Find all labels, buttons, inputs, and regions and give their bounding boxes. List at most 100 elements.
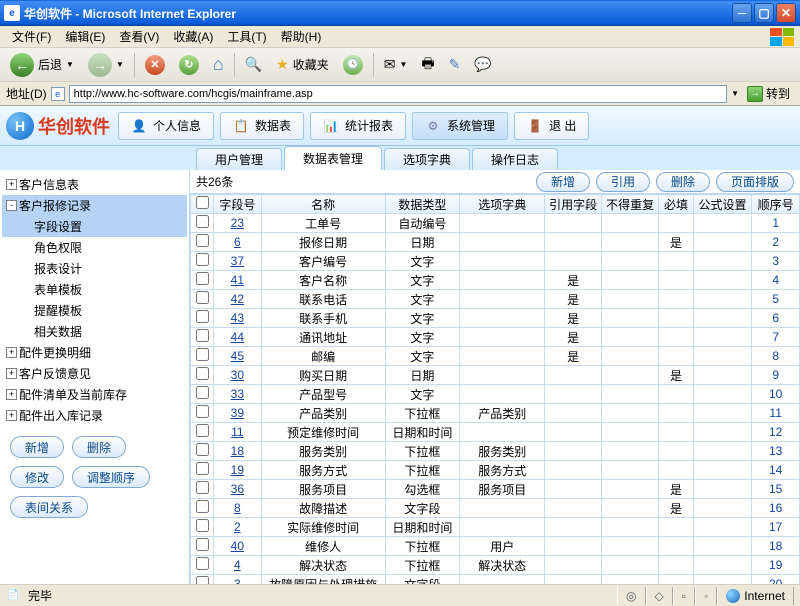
row-check[interactable] [191, 537, 214, 556]
close-button[interactable]: ✕ [776, 3, 796, 23]
row-check[interactable] [191, 252, 214, 271]
col-5[interactable]: 引用字段 [545, 195, 602, 214]
row-check[interactable] [191, 366, 214, 385]
back-button[interactable]: ←后退▼ [6, 51, 78, 79]
tree-child-1-5[interactable]: 相关数据 [2, 321, 187, 342]
action-btn-2[interactable]: 删除 [656, 172, 710, 192]
field-id[interactable]: 6 [214, 233, 262, 252]
col-8[interactable]: 公式设置 [693, 195, 752, 214]
tree-child-1-1[interactable]: 角色权限 [2, 237, 187, 258]
menu-help[interactable]: 帮助(H) [275, 26, 328, 47]
row-check[interactable] [191, 423, 214, 442]
field-id[interactable]: 3 [214, 575, 262, 585]
action-btn-3[interactable]: 页面排版 [716, 172, 794, 192]
tree-expand-icon[interactable]: + [6, 368, 17, 379]
row-check[interactable] [191, 233, 214, 252]
tree-expand-icon[interactable]: - [6, 200, 17, 211]
row-check[interactable] [191, 480, 214, 499]
field-id[interactable]: 30 [214, 366, 262, 385]
field-id[interactable]: 2 [214, 518, 262, 537]
field-id[interactable]: 33 [214, 385, 262, 404]
tab-3[interactable]: 操作日志 [472, 148, 558, 170]
col-2[interactable]: 名称 [261, 195, 385, 214]
tree-expand-icon[interactable]: + [6, 389, 17, 400]
field-id[interactable]: 37 [214, 252, 262, 271]
field-id[interactable]: 11 [214, 423, 262, 442]
side-btn-2[interactable]: 修改 [10, 466, 64, 488]
row-check[interactable] [191, 271, 214, 290]
tree-item-2[interactable]: + 配件更换明细 [2, 342, 187, 363]
favorites-button[interactable]: ★收藏夹 [272, 54, 333, 75]
field-id[interactable]: 45 [214, 347, 262, 366]
field-id[interactable]: 43 [214, 309, 262, 328]
col-9[interactable]: 顺序号 [752, 195, 800, 214]
tab-0[interactable]: 用户管理 [196, 148, 282, 170]
tree-child-1-0[interactable]: 字段设置 [2, 216, 187, 237]
row-check[interactable] [191, 214, 214, 233]
field-id[interactable]: 19 [214, 461, 262, 480]
action-btn-1[interactable]: 引用 [596, 172, 650, 192]
stop-button[interactable]: ✕ [141, 53, 169, 77]
field-id[interactable]: 4 [214, 556, 262, 575]
tree-item-1[interactable]: - 客户报修记录 [2, 195, 187, 216]
address-dropdown-icon[interactable]: ▼ [731, 89, 739, 98]
col-7[interactable]: 必填 [659, 195, 694, 214]
history-button[interactable]: 🕓 [339, 53, 367, 77]
col-6[interactable]: 不得重复 [602, 195, 659, 214]
nav-4[interactable]: 🚪退 出 [514, 112, 589, 140]
tree-expand-icon[interactable]: + [6, 179, 17, 190]
side-btn-3[interactable]: 调整顺序 [72, 466, 150, 488]
col-3[interactable]: 数据类型 [385, 195, 460, 214]
table-scroll[interactable]: 字段号名称数据类型选项字典引用字段不得重复必填公式设置顺序号 23工单号自动编号… [190, 194, 800, 584]
print-button[interactable]: 🖶 [417, 51, 438, 79]
select-all-checkbox[interactable] [196, 196, 209, 209]
maximize-button[interactable]: ▢ [754, 3, 774, 23]
row-check[interactable] [191, 328, 214, 347]
col-4[interactable]: 选项字典 [460, 195, 545, 214]
row-check[interactable] [191, 385, 214, 404]
tab-1[interactable]: 数据表管理 [284, 146, 382, 170]
tree-child-1-4[interactable]: 提醒模板 [2, 300, 187, 321]
mail-button[interactable]: ✉▼ [380, 54, 412, 75]
col-1[interactable]: 字段号 [214, 195, 262, 214]
row-check[interactable] [191, 461, 214, 480]
address-input[interactable] [69, 85, 727, 103]
menu-view[interactable]: 查看(V) [113, 26, 165, 47]
tree-child-1-2[interactable]: 报表设计 [2, 258, 187, 279]
row-check[interactable] [191, 556, 214, 575]
field-id[interactable]: 39 [214, 404, 262, 423]
discuss-button[interactable]: 💬 [470, 54, 495, 75]
row-check[interactable] [191, 575, 214, 585]
nav-3[interactable]: ⚙系统管理 [412, 112, 508, 140]
nav-1[interactable]: 📋数据表 [220, 112, 304, 140]
field-id[interactable]: 40 [214, 537, 262, 556]
col-0[interactable] [191, 195, 214, 214]
side-btn-1[interactable]: 删除 [72, 436, 126, 458]
menu-edit[interactable]: 编辑(E) [59, 26, 111, 47]
tree-expand-icon[interactable]: + [6, 410, 17, 421]
minimize-button[interactable]: ─ [732, 3, 752, 23]
tree-expand-icon[interactable]: + [6, 347, 17, 358]
nav-0[interactable]: 👤个人信息 [118, 112, 214, 140]
row-check[interactable] [191, 290, 214, 309]
edit-button[interactable]: ✎ [445, 54, 465, 75]
row-check[interactable] [191, 347, 214, 366]
field-id[interactable]: 41 [214, 271, 262, 290]
row-check[interactable] [191, 404, 214, 423]
field-id[interactable]: 42 [214, 290, 262, 309]
menu-fav[interactable]: 收藏(A) [167, 26, 219, 47]
tree-item-0[interactable]: + 客户信息表 [2, 174, 187, 195]
row-check[interactable] [191, 309, 214, 328]
menu-file[interactable]: 文件(F) [6, 26, 57, 47]
field-id[interactable]: 36 [214, 480, 262, 499]
tree-item-4[interactable]: + 配件清单及当前库存 [2, 384, 187, 405]
field-id[interactable]: 18 [214, 442, 262, 461]
go-button[interactable]: →转到 [743, 85, 794, 102]
tree-child-1-3[interactable]: 表单模板 [2, 279, 187, 300]
row-check[interactable] [191, 499, 214, 518]
action-btn-0[interactable]: 新增 [536, 172, 590, 192]
tree-item-3[interactable]: + 客户反馈意见 [2, 363, 187, 384]
forward-button[interactable]: →▼ [84, 51, 128, 79]
row-check[interactable] [191, 518, 214, 537]
tab-2[interactable]: 选项字典 [384, 148, 470, 170]
